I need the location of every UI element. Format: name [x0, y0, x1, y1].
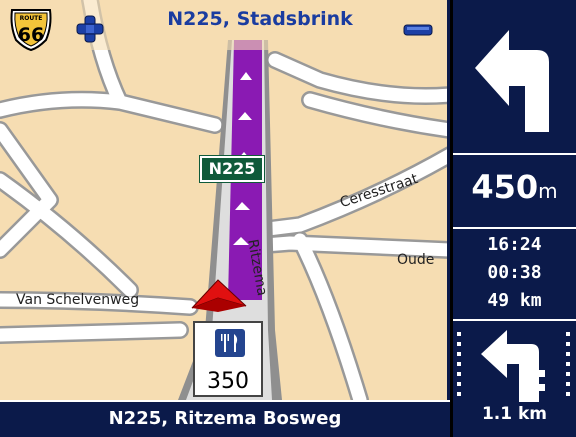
turn-distance: 450m: [453, 168, 576, 226]
remaining-distance: 49 km: [487, 290, 542, 311]
zoom-out-icon[interactable]: [403, 24, 433, 36]
current-street-name: N225, Stadsbrink: [167, 8, 353, 30]
guidance-panel: 450m 16:24 00:38 49 km 1.1 km: [453, 0, 576, 437]
panel-divider: [453, 319, 576, 321]
panel-divider: [453, 153, 576, 155]
road-number-shield: N225: [199, 155, 265, 183]
panel-divider: [453, 227, 576, 229]
route66-logo-icon[interactable]: ROUTE 66: [8, 6, 54, 52]
poi-restaurant-box[interactable]: 350: [193, 321, 263, 397]
poi-distance: 350: [207, 369, 249, 394]
remaining-duration: 00:38: [487, 262, 542, 283]
map-view[interactable]: ROUTE 66 N225, Stadsbrink N225 Ceresstra…: [0, 0, 450, 400]
restaurant-icon: [215, 329, 245, 357]
zoom-in-icon[interactable]: [76, 15, 104, 43]
navigation-screen: ROUTE 66 N225, Stadsbrink N225 Ceresstra…: [0, 0, 576, 437]
street-label-van-schelvenweg: Van Schelvenweg: [16, 292, 140, 308]
turn-left-arrow-icon[interactable]: [453, 0, 576, 150]
street-label-oude: Oude: [397, 252, 435, 268]
svg-text:ROUTE: ROUTE: [20, 15, 43, 22]
svg-text:66: 66: [18, 24, 44, 46]
turn-distance-value: 450: [471, 168, 539, 206]
next-turn-distance: 1.1 km: [481, 404, 548, 424]
turn-distance-unit: m: [538, 179, 558, 203]
next-street-name: N225, Ritzema Bosweg: [0, 400, 450, 437]
top-street-bar: ROUTE 66 N225, Stadsbrink: [0, 0, 447, 62]
arrival-time: 16:24: [487, 234, 542, 255]
